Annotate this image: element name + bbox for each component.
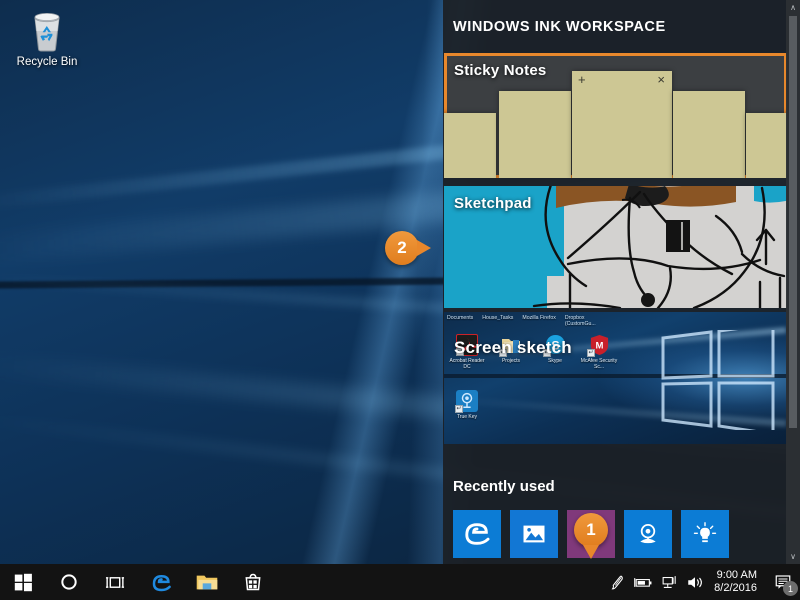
sticky-note[interactable] (746, 113, 787, 178)
callout-tail (417, 240, 431, 256)
network-icon[interactable] (656, 564, 682, 600)
screen-sketch-preview: Documents House_Tasks Mozilla Firefox Dr… (444, 312, 787, 444)
scroll-up-arrow-icon[interactable]: ∧ (786, 0, 800, 16)
sticky-notes-card[interactable]: + × Sticky Notes (444, 53, 787, 178)
callout-number: 1 (586, 520, 596, 539)
sticky-note-titlebar: + × (572, 71, 672, 88)
system-tray[interactable]: 9:00 AM 8/2/2016 1 (604, 564, 800, 600)
sketchpad-label: Sketchpad (454, 195, 532, 212)
recent-tile-tips[interactable] (681, 510, 729, 558)
callout-marker-2: 2 (385, 231, 431, 265)
scroll-down-arrow-icon[interactable]: ∨ (786, 549, 800, 565)
start-windows-icon (14, 573, 32, 591)
scrollbar-thumb[interactable] (789, 16, 797, 428)
edge-icon (152, 574, 171, 591)
taskbar-edge-button[interactable] (138, 564, 184, 600)
true-key-icon: ↵ (455, 390, 478, 413)
desktop-icon-true-key: ↵ True Key (448, 390, 486, 420)
camera-icon (640, 523, 656, 544)
recent-tile-edge[interactable] (453, 510, 501, 558)
edge-icon (465, 523, 490, 545)
action-center-badge: 1 (783, 581, 798, 596)
shortcut-arrow-icon: ↵ (455, 405, 463, 413)
screen-sketch-label: Screen sketch (454, 338, 572, 357)
recycle-bin-label: Recycle Bin (16, 56, 78, 68)
shortcut-arrow-icon: ↵ (587, 349, 595, 357)
desktop-icon-recycle-bin[interactable]: Recycle Bin (8, 8, 86, 69)
close-note-button[interactable]: × (657, 72, 665, 87)
action-center-button[interactable]: 1 (766, 564, 800, 600)
tips-lightbulb-icon (693, 522, 717, 543)
ink-workspace-title: WINDOWS INK WORKSPACE (453, 19, 666, 35)
top-label: Documents (447, 315, 474, 321)
svg-text:M: M (595, 340, 603, 351)
top-label: Mozilla Firefox (522, 315, 556, 321)
sticky-notes-label: Sticky Notes (454, 62, 547, 79)
desktop-icon-label: Acrobat Reader DC (449, 358, 485, 370)
top-label: House_Tasks (482, 315, 514, 321)
clock-date: 8/2/2016 (714, 582, 757, 594)
screen-sketch-top-labels: Documents House_Tasks Mozilla Firefox Dr… (447, 315, 783, 328)
sketchpad-card[interactable]: Sketchpad (444, 186, 787, 308)
sticky-note[interactable] (673, 91, 745, 178)
mcafee-icon: M ↵ (587, 334, 610, 357)
battery-icon[interactable] (630, 564, 656, 600)
recent-tile-camera[interactable] (624, 510, 672, 558)
add-note-button[interactable]: + (578, 72, 586, 87)
task-view-icon (105, 576, 125, 588)
recent-tile-photos[interactable] (510, 510, 558, 558)
callout-marker-1: 1 (574, 513, 608, 559)
top-label: Dropbox (CustomGu... (564, 315, 596, 328)
clock-time: 9:00 AM (716, 569, 757, 581)
callout-number: 2 (397, 238, 407, 257)
desktop-icon-label: True Key (456, 414, 478, 420)
desktop-icon-label: McAfee Security Sc... (580, 358, 618, 370)
callout-tail (583, 545, 599, 559)
sticky-note[interactable] (444, 113, 496, 178)
windows-ink-workspace-panel[interactable]: WINDOWS INK WORKSPACE + × Sticky Notes S… (443, 0, 800, 565)
photos-icon (523, 525, 545, 543)
microsoft-store-icon (245, 573, 261, 591)
pen-ink-workspace-icon[interactable] (604, 564, 630, 600)
desktop-icon-label: Skype (548, 358, 562, 364)
volume-icon[interactable] (682, 564, 708, 600)
recently-used-label: Recently used (453, 478, 555, 495)
taskbar-clock[interactable]: 9:00 AM 8/2/2016 (708, 569, 766, 595)
cortana-search-icon (61, 574, 77, 590)
sticky-note-active[interactable]: + × (572, 71, 672, 178)
windows-wallpaper-glyph (661, 330, 775, 430)
sticky-note[interactable] (499, 91, 571, 178)
taskbar[interactable]: 9:00 AM 8/2/2016 1 (0, 564, 800, 600)
start-button[interactable] (0, 564, 46, 600)
desktop-icon-label: Projects (501, 358, 521, 364)
cortana-search-button[interactable] (46, 564, 92, 600)
ink-panel-scrollbar[interactable]: ∧ ∨ (786, 0, 800, 565)
screen-sketch-card[interactable]: Documents House_Tasks Mozilla Firefox Dr… (444, 312, 787, 444)
microsoft-store-button[interactable] (230, 564, 276, 600)
desktop-icon-mcafee: M ↵ McAfee Security Sc... (580, 334, 618, 370)
file-explorer-icon (196, 575, 218, 589)
task-view-button[interactable] (92, 564, 138, 600)
recycle-bin-icon (24, 8, 70, 54)
file-explorer-button[interactable] (184, 564, 230, 600)
